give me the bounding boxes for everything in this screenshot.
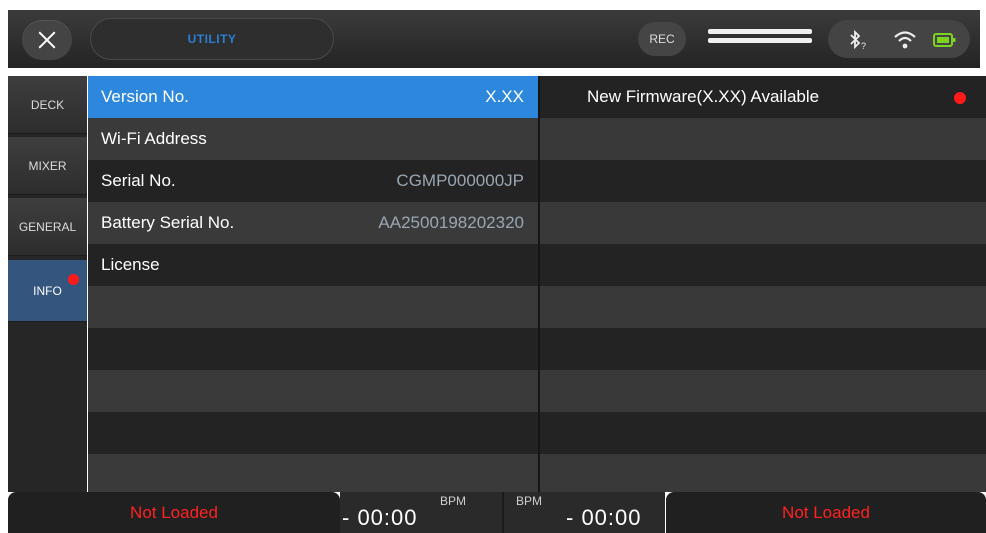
- rec-button[interactable]: REC: [638, 22, 686, 56]
- left-deck-status[interactable]: Not Loaded: [8, 492, 340, 533]
- update-indicator-dot: [954, 92, 966, 104]
- firmware-message: New Firmware(X.XX) Available: [587, 87, 820, 106]
- status-indicators[interactable]: ?: [828, 20, 970, 58]
- row-label: Version No.: [101, 87, 189, 106]
- empty-row: [88, 412, 538, 454]
- tab-label: DECK: [30, 97, 65, 112]
- empty-row: [540, 160, 986, 202]
- empty-row: [540, 286, 986, 328]
- right-deck-status[interactable]: Not Loaded: [666, 492, 986, 533]
- empty-row: [540, 202, 986, 244]
- firmware-panel: New Firmware(X.XX) Available: [540, 76, 986, 492]
- right-bpm-label: BPM: [516, 494, 543, 508]
- close-button[interactable]: [22, 20, 72, 60]
- bluetooth-suffix: ?: [861, 41, 866, 51]
- empty-row: [88, 454, 538, 492]
- tab-label: MIXER: [28, 158, 67, 173]
- battery-icon: [933, 33, 956, 47]
- notification-dot: [68, 274, 79, 285]
- page-title: UTILITY: [187, 32, 237, 46]
- empty-row: [540, 454, 986, 492]
- tab-general[interactable]: GENERAL: [8, 198, 87, 256]
- row-value: CGMP000000JP: [396, 171, 524, 190]
- deck-footer: Not Loaded BPM - 00:00 BPM - 00:00 Not L…: [8, 492, 986, 533]
- row-label: Wi-Fi Address: [101, 129, 207, 148]
- empty-row: [540, 118, 986, 160]
- tab-mixer[interactable]: MIXER: [8, 137, 87, 195]
- row-value: X.XX: [485, 87, 524, 106]
- list-item-version[interactable]: Version No. X.XX: [88, 76, 538, 118]
- list-item-battery-serial[interactable]: Battery Serial No. AA2500198202320: [88, 202, 538, 244]
- row-value: AA2500198202320: [378, 213, 524, 232]
- left-deck-status-text: Not Loaded: [130, 502, 218, 522]
- empty-row: [540, 412, 986, 454]
- left-bpm-label: BPM: [440, 494, 467, 508]
- row-label: License: [101, 255, 160, 274]
- title-pill: UTILITY: [90, 18, 334, 60]
- firmware-update-row[interactable]: New Firmware(X.XX) Available: [540, 76, 986, 118]
- row-label: Battery Serial No.: [101, 213, 235, 232]
- empty-row: [540, 328, 986, 370]
- list-item-wifi-address[interactable]: Wi-Fi Address: [88, 118, 538, 160]
- tab-info[interactable]: INFO: [8, 260, 87, 322]
- utility-screen: UTILITY REC ? DECK MIXER GENERAL INFO Ve…: [0, 0, 986, 533]
- row-label: Serial No.: [101, 171, 176, 190]
- tab-label: INFO: [33, 283, 62, 298]
- top-bar: UTILITY REC ?: [8, 10, 980, 68]
- list-item-license[interactable]: License: [88, 244, 538, 286]
- sidebar: DECK MIXER GENERAL INFO: [8, 76, 87, 492]
- footer-divider: [502, 492, 504, 533]
- empty-row: [540, 244, 986, 286]
- list-item-serial[interactable]: Serial No. CGMP000000JP: [88, 160, 538, 202]
- tab-label: GENERAL: [18, 219, 77, 234]
- rec-label: REC: [649, 32, 675, 46]
- bluetooth-icon: ?: [850, 29, 866, 51]
- left-deck-time: - 00:00: [342, 505, 418, 530]
- right-deck-time: - 00:00: [566, 505, 642, 530]
- empty-row: [88, 370, 538, 412]
- recording-level-meter: [708, 29, 812, 47]
- wifi-icon: [894, 31, 916, 49]
- tab-deck[interactable]: DECK: [8, 76, 87, 134]
- empty-row: [88, 286, 538, 328]
- empty-row: [540, 370, 986, 412]
- info-list: Version No. X.XX Wi-Fi Address Serial No…: [88, 76, 538, 492]
- right-deck-status-text: Not Loaded: [782, 502, 870, 522]
- empty-row: [88, 328, 538, 370]
